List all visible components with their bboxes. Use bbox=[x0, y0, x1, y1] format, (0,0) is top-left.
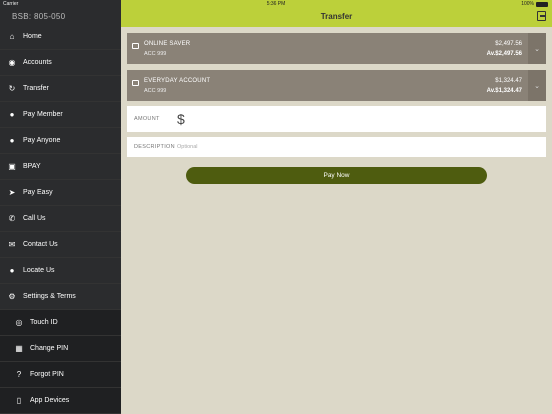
account-number: ACC 999 bbox=[144, 51, 167, 57]
sidebar-item-label: Settings & Terms bbox=[23, 293, 76, 300]
amount-field[interactable]: AMOUNT $ bbox=[127, 106, 546, 132]
paper-plane-icon: ➤ bbox=[8, 188, 16, 197]
sidebar-item-pay-member[interactable]: ● Pay Member bbox=[0, 102, 121, 128]
gear-icon: ⚙ bbox=[8, 292, 16, 301]
keypad-icon: ▦ bbox=[15, 344, 23, 353]
logout-icon[interactable] bbox=[537, 11, 546, 21]
sidebar-item-touch-id[interactable]: ◎ Touch ID bbox=[0, 310, 121, 336]
envelope-icon: ✉ bbox=[8, 240, 16, 249]
sidebar-item-label: BPAY bbox=[23, 163, 41, 170]
battery-indicator: 100% bbox=[521, 1, 548, 7]
status-bar: Carrier 5:36 PM 100% bbox=[0, 0, 552, 8]
battery-percent: 100% bbox=[521, 1, 534, 7]
question-icon: ? bbox=[16, 370, 22, 379]
sidebar-item-label: App Devices bbox=[30, 397, 70, 404]
sidebar-item-label: Transfer bbox=[23, 85, 49, 92]
sidebar-item-pay-anyone[interactable]: ● Pay Anyone bbox=[0, 128, 121, 154]
sidebar-item-pay-easy[interactable]: ➤ Pay Easy bbox=[0, 180, 121, 206]
fingerprint-icon: ◎ bbox=[15, 318, 23, 327]
account-available: Av.$2,497.56 bbox=[486, 51, 522, 57]
sidebar-item-settings[interactable]: ⚙ Settings & Terms bbox=[0, 284, 121, 310]
home-icon: ⌂ bbox=[9, 32, 15, 41]
account-available: Av.$1,324.47 bbox=[486, 88, 522, 94]
account-name: EVERYDAY ACCOUNT bbox=[144, 78, 211, 84]
sidebar-item-forgot-pin[interactable]: ? Forgot PIN bbox=[0, 362, 121, 388]
sidebar-item-label: Pay Easy bbox=[23, 189, 53, 196]
sidebar-item-label: Pay Member bbox=[23, 111, 63, 118]
account-number: ACC 999 bbox=[144, 88, 167, 94]
map-pin-icon: ● bbox=[9, 266, 15, 275]
sidebar-item-bpay[interactable]: ▣ BPAY bbox=[0, 154, 121, 180]
description-label: DESCRIPTION bbox=[134, 144, 175, 150]
refresh-icon: ↻ bbox=[8, 84, 16, 93]
sidebar-item-home[interactable]: ⌂ Home bbox=[0, 24, 121, 50]
sidebar-item-locate-us[interactable]: ● Locate Us bbox=[0, 258, 121, 284]
dollar-circle-icon: ◉ bbox=[8, 58, 16, 67]
sidebar-item-label: Pay Anyone bbox=[23, 137, 61, 144]
sidebar-item-label: Locate Us bbox=[23, 267, 55, 274]
sidebar-item-accounts[interactable]: ◉ Accounts bbox=[0, 50, 121, 76]
dollar-symbol: $ bbox=[177, 111, 185, 127]
sidebar-item-transfer[interactable]: ↻ Transfer bbox=[0, 76, 121, 102]
person-icon: ● bbox=[9, 110, 15, 119]
chevron-down-icon[interactable]: ⌄ bbox=[528, 70, 546, 101]
status-time: 5:36 PM bbox=[266, 1, 286, 7]
sidebar-item-change-pin[interactable]: ▦ Change PIN bbox=[0, 336, 121, 362]
bsb-label: BSB: 805-050 bbox=[12, 12, 66, 21]
sidebar-item-label: Home bbox=[23, 33, 42, 40]
sidebar-item-label: Accounts bbox=[23, 59, 52, 66]
pay-now-button[interactable]: Pay Now bbox=[186, 167, 487, 184]
chevron-down-icon[interactable]: ⌄ bbox=[528, 33, 546, 64]
description-input[interactable] bbox=[177, 141, 477, 153]
wallet-icon bbox=[132, 80, 139, 86]
description-field: DESCRIPTION bbox=[127, 137, 546, 157]
account-balance: $1,324.47 bbox=[495, 78, 522, 84]
sidebar-item-label: Change PIN bbox=[30, 345, 69, 352]
sidebar-menu: ⌂ Home ◉ Accounts ↻ Transfer ● Pay Membe… bbox=[0, 24, 121, 414]
tablet-icon: ▯ bbox=[16, 396, 22, 405]
sidebar: BSB: 805-050 ⌂ Home ◉ Accounts ↻ Transfe… bbox=[0, 0, 121, 414]
amount-label: AMOUNT bbox=[134, 116, 160, 122]
bpay-icon: ▣ bbox=[8, 162, 16, 171]
sidebar-item-label: Call Us bbox=[23, 215, 46, 222]
settings-submenu: ◎ Touch ID ▦ Change PIN ? Forgot PIN ▯ A… bbox=[0, 310, 121, 414]
sidebar-item-label: Touch ID bbox=[30, 319, 58, 326]
sidebar-item-app-devices[interactable]: ▯ App Devices bbox=[0, 388, 121, 414]
phone-icon: ✆ bbox=[8, 214, 16, 223]
account-name: ONLINE SAVER bbox=[144, 41, 191, 47]
sidebar-item-label: Contact Us bbox=[23, 241, 58, 248]
people-icon: ● bbox=[9, 136, 15, 145]
from-account-selector[interactable]: ONLINE SAVER ACC 999 $2,497.56 Av.$2,497… bbox=[127, 33, 546, 64]
to-account-selector[interactable]: EVERYDAY ACCOUNT ACC 999 $1,324.47 Av.$1… bbox=[127, 70, 546, 101]
wallet-icon bbox=[132, 43, 139, 49]
sidebar-item-contact-us[interactable]: ✉ Contact Us bbox=[0, 232, 121, 258]
page-title: Transfer bbox=[320, 12, 353, 21]
battery-icon bbox=[536, 1, 548, 7]
sidebar-item-call-us[interactable]: ✆ Call Us bbox=[0, 206, 121, 232]
account-balance: $2,497.56 bbox=[495, 41, 522, 47]
sidebar-item-label: Forgot PIN bbox=[30, 371, 64, 378]
